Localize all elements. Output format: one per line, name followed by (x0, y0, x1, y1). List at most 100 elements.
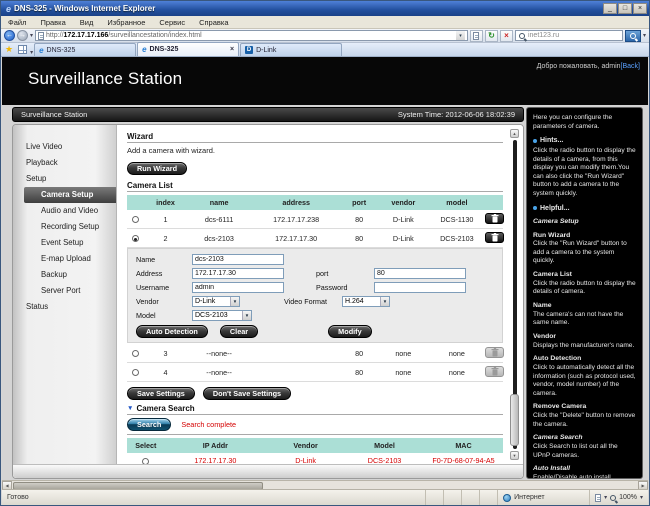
menu-bar: Файл Правка Вид Избранное Сервис Справка (1, 16, 649, 29)
content-scrollbar[interactable]: ▲ ▼ (509, 129, 520, 460)
col-select: Select (127, 438, 165, 453)
security-zone: Интернет (498, 490, 590, 505)
ie-logo-icon: e (6, 4, 11, 14)
menu-help[interactable]: Справка (192, 18, 235, 27)
cell-port: 80 (341, 229, 377, 248)
tab-dns325-2-active[interactable]: e DNS-325 × (137, 42, 239, 56)
address-bar[interactable]: http://172.17.17.166/surveillancestation… (35, 30, 468, 41)
name-field[interactable] (192, 254, 284, 265)
sidebar-item-setup[interactable]: Setup (13, 171, 116, 187)
sidebar-item-emap-upload[interactable]: E-map Upload (13, 251, 116, 267)
camera-row-2: 2 dcs-2103 172.17.17.30 80 D-Link DCS-21… (127, 229, 503, 248)
camera-row-radio[interactable] (132, 350, 139, 357)
modify-button[interactable]: Modify (328, 325, 372, 338)
model-select[interactable]: DCS-2103 ▼ (192, 310, 252, 321)
auto-detection-button[interactable]: Auto Detection (136, 325, 208, 338)
quick-tabs-icon[interactable] (18, 45, 27, 54)
tab-label: D-Link (256, 47, 276, 54)
search-options-icon[interactable]: ▾ (643, 32, 646, 39)
col-vendor: vendor (377, 195, 430, 210)
delete-camera-icon[interactable] (485, 213, 504, 224)
stop-button[interactable]: × (500, 30, 513, 42)
zoom-level[interactable]: 100% (619, 494, 637, 501)
save-settings-button[interactable]: Save Settings (127, 387, 195, 400)
zone-label: Интернет (514, 494, 545, 501)
menu-view[interactable]: Вид (73, 18, 101, 27)
video-format-label: Video Format (284, 297, 342, 306)
camera-row-radio-selected[interactable] (132, 235, 139, 242)
history-dropdown-icon[interactable]: ▾ (30, 32, 33, 39)
window-titlebar: e DNS-325 - Windows Internet Explorer _ … (1, 1, 649, 16)
username-field[interactable] (192, 282, 284, 293)
status-bar: Готово Интернет ▾ 100% ▾ (2, 489, 648, 505)
search-result-row: 172.17.17.30 D-Link DCS-2103 F0-7D-68-07… (127, 453, 503, 464)
cell-model: DCS-2103 (430, 229, 485, 248)
scrollbar-thumb[interactable] (510, 394, 519, 446)
menu-tools[interactable]: Сервис (152, 18, 192, 27)
cell-vendor: D-Link (266, 453, 345, 464)
collapse-triangle-icon: ▼ (127, 405, 133, 412)
camera-search-toggle[interactable]: ▼ Camera Search (127, 404, 503, 413)
port-field[interactable] (374, 268, 466, 279)
page-options-button[interactable] (470, 30, 483, 42)
search-button[interactable]: Search (127, 418, 171, 431)
help-section-body: The camera's can not have the same name. (533, 311, 636, 328)
zoom-controls: ▾ 100% ▾ (590, 494, 648, 502)
navigation-bar: ← → ▾ http://172.17.17.166/surveillances… (1, 29, 649, 43)
password-field[interactable] (374, 282, 466, 293)
address-dropdown-icon[interactable]: ▾ (456, 31, 465, 40)
cell-port: 80 (341, 210, 377, 229)
video-format-select[interactable]: H.264 ▼ (342, 296, 390, 307)
menu-edit[interactable]: Правка (33, 18, 72, 27)
search-row-radio[interactable] (142, 458, 149, 464)
camera-list-table: index name address port vendor model 1 d… (127, 195, 503, 248)
address-field[interactable] (192, 268, 284, 279)
zoom-magnifier-icon (610, 495, 616, 501)
camera-row-radio[interactable] (132, 216, 139, 223)
caret-icon[interactable]: ▾ (604, 494, 607, 501)
search-input[interactable]: inet123.ru (515, 30, 623, 41)
tab-dlink[interactable]: D D-Link (240, 43, 342, 56)
sidebar-item-camera-setup[interactable]: Camera Setup (24, 187, 116, 203)
favorites-star-icon[interactable]: ★ (5, 44, 13, 55)
clear-button[interactable]: Clear (220, 325, 258, 338)
ie-favicon: e (39, 46, 43, 55)
tab-close-icon[interactable]: × (230, 46, 234, 53)
tab-list-icon[interactable]: ▾ (30, 49, 33, 56)
menu-favorites[interactable]: Избранное (100, 18, 152, 27)
run-wizard-button[interactable]: Run Wizard (127, 162, 187, 175)
vendor-select[interactable]: D-Link ▼ (192, 296, 240, 307)
sidebar-item-status[interactable]: Status (13, 299, 116, 315)
camera-edit-form: Name Address port Username Password (127, 248, 503, 343)
cell-port: 80 (341, 344, 377, 363)
search-go-button[interactable] (625, 30, 641, 42)
sidebar-item-event-setup[interactable]: Event Setup (13, 235, 116, 251)
delete-camera-icon[interactable] (485, 232, 504, 243)
camera-row-radio[interactable] (132, 369, 139, 376)
chevron-down-icon: ▼ (230, 297, 239, 306)
sidebar-item-backup[interactable]: Backup (13, 267, 116, 283)
maximize-button[interactable]: □ (618, 3, 632, 14)
scroll-down-icon[interactable]: ▼ (510, 451, 519, 460)
back-link[interactable]: [Back] (621, 63, 640, 70)
sidebar-item-recording-setup[interactable]: Recording Setup (13, 219, 116, 235)
helpful-heading: Helpful... (533, 204, 636, 213)
menu-file[interactable]: Файл (1, 18, 33, 27)
tab-dns325-1[interactable]: e DNS-325 (34, 43, 136, 56)
dont-save-settings-button[interactable]: Don't Save Settings (203, 387, 291, 400)
forward-icon[interactable]: → (17, 30, 28, 41)
sidebar-item-server-port[interactable]: Server Port (13, 283, 116, 299)
zoom-caret-icon[interactable]: ▾ (640, 494, 643, 501)
ie-favicon: e (142, 45, 146, 54)
minimize-button[interactable]: _ (603, 3, 617, 14)
sidebar-item-playback[interactable]: Playback (13, 155, 116, 171)
sidebar-item-audio-and-video[interactable]: Audio and Video (13, 203, 116, 219)
scroll-up-icon[interactable]: ▲ (510, 129, 519, 138)
refresh-button[interactable]: ↻ (485, 30, 498, 42)
help-intro: Here you can configure the parameters of… (533, 114, 636, 131)
cell-mac: F0-7D-68-07-94-A5 (424, 453, 503, 464)
close-button[interactable]: × (633, 3, 647, 14)
back-icon[interactable]: ← (4, 30, 15, 41)
cell-index: 4 (144, 363, 187, 382)
sidebar-item-live-video[interactable]: Live Video (13, 139, 116, 155)
